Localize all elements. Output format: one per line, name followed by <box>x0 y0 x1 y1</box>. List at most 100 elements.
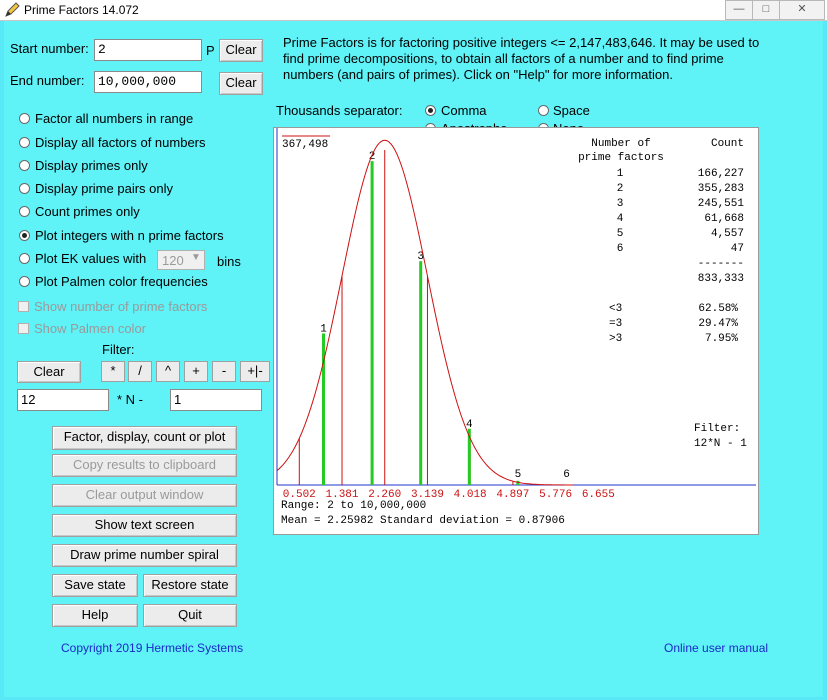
mode-count-primes-label: Count primes only <box>35 204 140 219</box>
filter-label: Filter: <box>102 342 135 357</box>
table-count-2: 355,283 <box>697 183 744 195</box>
table-total: 833,333 <box>697 273 744 285</box>
mode-plot-ek-radio[interactable] <box>19 253 30 264</box>
clear-end-button[interactable]: Clear <box>219 72 263 95</box>
table-header-factors: prime factors <box>578 152 664 164</box>
end-number-label: End number: <box>10 73 85 88</box>
table-count-1: 166,227 <box>697 168 744 180</box>
window-title: Prime Factors 14.072 <box>24 3 139 17</box>
separator-label: Thousands separator: <box>276 103 403 118</box>
chevron-down-icon: ▼ <box>191 252 201 263</box>
x-tick-label: 4.897 <box>496 489 529 501</box>
mode-palmen-radio[interactable] <box>19 276 30 287</box>
table-count-4: 61,668 <box>704 213 744 225</box>
stat-label-lt3: <3 <box>609 303 623 315</box>
show-palmen-label: Show Palmen color <box>34 321 146 336</box>
table-count-5: 4,557 <box>710 228 744 240</box>
x-tick-label: 4.018 <box>454 489 487 501</box>
stat-label-eq3: =3 <box>609 318 623 330</box>
factor-display-button[interactable]: Factor, display, count or plot <box>52 426 237 450</box>
mode-prime-pairs-radio[interactable] <box>19 183 30 194</box>
y-max-label: 367,498 <box>282 139 329 151</box>
end-number-input[interactable]: 10,000,000 <box>94 71 202 93</box>
filter-plus-button[interactable]: + <box>184 361 208 382</box>
bar <box>419 261 423 485</box>
table-factor-6: 6 <box>616 243 624 255</box>
show-prime-factors-label: Show number of prime factors <box>34 299 208 314</box>
mode-display-factors-label: Display all factors of numbers <box>35 135 206 150</box>
mode-count-primes-radio[interactable] <box>19 206 30 217</box>
table-factor-3: 3 <box>616 198 624 210</box>
table-header-number: Number of <box>591 138 651 150</box>
mode-plot-n-factors-radio[interactable] <box>19 230 30 241</box>
table-factor-2: 2 <box>616 183 624 195</box>
draw-spiral-button[interactable]: Draw prime number spiral <box>52 544 237 567</box>
clear-start-button[interactable]: Clear <box>219 39 263 62</box>
stat-value-eq3: 29.47% <box>698 318 738 330</box>
chart-range-text: Range: 2 to 10,000,000 <box>281 500 427 512</box>
start-number-label: Start number: <box>10 41 89 56</box>
chart-filter-label: Filter: <box>694 423 741 435</box>
minimize-button[interactable]: — <box>725 0 753 20</box>
table-factor-1: 1 <box>616 168 624 180</box>
bar <box>370 161 374 485</box>
bar-label: 5 <box>515 469 522 481</box>
filter-plus-minus-button[interactable]: +|- <box>240 361 270 382</box>
mode-factor-label: Factor all numbers in range <box>35 111 194 126</box>
chart-filter-value: 12*N - 1 <box>694 438 747 450</box>
quit-button[interactable]: Quit <box>143 604 237 627</box>
filter-offset-input[interactable]: 1 <box>170 389 262 411</box>
table-count-3: 245,551 <box>697 198 744 210</box>
restore-state-button[interactable]: Restore state <box>143 574 237 597</box>
ek-bins-value: 120 <box>162 253 184 268</box>
intro-text: Prime Factors is for factoring positive … <box>283 35 760 82</box>
show-palmen-checkbox[interactable] <box>18 323 29 334</box>
separator-space-label: Space <box>553 103 590 118</box>
clear-filter-button[interactable]: Clear <box>17 361 81 383</box>
bar-label: 1 <box>320 323 327 335</box>
bar-label: 4 <box>466 419 473 431</box>
x-tick-label: 6.655 <box>582 489 615 501</box>
mode-palmen-label: Plot Palmen color frequencies <box>35 274 208 289</box>
table-factor-4: 4 <box>616 213 624 225</box>
mode-prime-pairs-label: Display prime pairs only <box>35 181 173 196</box>
ek-bins-select[interactable]: 120 ▼ <box>157 250 205 270</box>
mode-plot-ek-label: Plot EK values with <box>35 251 147 266</box>
save-state-button[interactable]: Save state <box>52 574 138 597</box>
table-factor-5: 5 <box>616 228 624 240</box>
filter-divide-button[interactable]: / <box>128 361 152 382</box>
stat-value-gt3: 7.95% <box>704 333 738 345</box>
separator-space-radio[interactable] <box>538 105 549 116</box>
x-tick-label: 5.776 <box>539 489 572 501</box>
filter-multiply-button[interactable]: * <box>101 361 125 382</box>
clear-output-button[interactable]: Clear output window <box>52 484 237 507</box>
mode-display-factors-radio[interactable] <box>19 137 30 148</box>
filter-multiplier-input[interactable]: 12 <box>17 389 109 411</box>
mode-primes-only-radio[interactable] <box>19 160 30 171</box>
filter-expression-label: * N - <box>117 392 143 407</box>
title-bar: Prime Factors 14.072 — □ ✕ <box>0 0 827 21</box>
mode-primes-only-label: Display primes only <box>35 158 148 173</box>
table-header-count: Count <box>710 138 744 150</box>
stat-label-gt3: >3 <box>609 333 623 345</box>
start-suffix-label: P <box>206 43 215 58</box>
separator-comma-radio[interactable] <box>425 105 436 116</box>
mode-plot-n-factors-label: Plot integers with n prime factors <box>35 228 224 243</box>
bar-label: 6 <box>563 469 570 481</box>
online-manual-link[interactable]: Online user manual <box>664 641 768 655</box>
stat-value-lt3: 62.58% <box>698 303 738 315</box>
help-button[interactable]: Help <box>52 604 138 627</box>
separator-comma-label: Comma <box>441 103 487 118</box>
show-text-screen-button[interactable]: Show text screen <box>52 514 237 537</box>
filter-minus-button[interactable]: - <box>212 361 236 382</box>
pencil-icon <box>5 2 20 17</box>
copyright-text: Copyright 2019 Hermetic Systems <box>61 641 244 655</box>
start-number-input[interactable]: 2 <box>94 39 202 61</box>
chart-mean-text: Mean = 2.25982 Standard deviation = 0.87… <box>281 515 565 527</box>
close-button[interactable]: ✕ <box>779 0 825 20</box>
maximize-button[interactable]: □ <box>752 0 780 20</box>
show-prime-factors-checkbox[interactable] <box>18 301 29 312</box>
filter-power-button[interactable]: ^ <box>156 361 180 382</box>
mode-factor-radio[interactable] <box>19 113 30 124</box>
copy-results-button[interactable]: Copy results to clipboard <box>52 454 237 477</box>
